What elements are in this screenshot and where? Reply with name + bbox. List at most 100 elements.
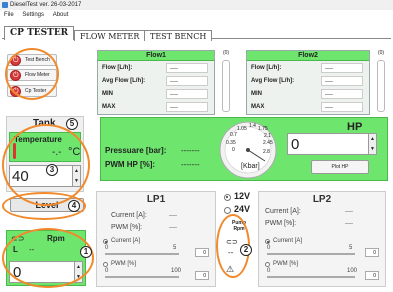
lp1-current-max: 5 xyxy=(173,245,177,251)
lp2-current-label: Current [A]: xyxy=(265,208,301,215)
pressure-value: ------- xyxy=(181,146,200,155)
annotation-badge-4: 4 xyxy=(68,200,80,212)
lp1-mode-pwm-label: PWM [%] xyxy=(111,261,136,267)
flow1-scrollbar[interactable] xyxy=(222,60,230,112)
flow2-title: Flow2 xyxy=(247,51,369,61)
flow2-scrollbar[interactable] xyxy=(377,60,385,112)
tab-flow-meter[interactable]: FLOW METER xyxy=(74,30,146,41)
annotation-badge-3: 3 xyxy=(46,164,58,176)
flow1-scroll-value: (0) xyxy=(222,50,230,56)
lp2-mode-pwm-label: PWM [%] xyxy=(273,261,298,267)
flow2-row-value: ---- xyxy=(321,102,363,112)
lp2-mode-pwm-radio[interactable] xyxy=(265,262,270,267)
flow2-row-label: Flow [L/h]: xyxy=(251,65,282,71)
gauge-tick: 1.05 xyxy=(237,126,247,132)
gauge-tick: 0.35 xyxy=(226,140,236,146)
lp1-pwm-max: 100 xyxy=(171,268,182,274)
flow1-row-value: ---- xyxy=(166,89,208,99)
voltage-24v-radio[interactable] xyxy=(224,207,231,214)
flow2-row-label: MAX xyxy=(251,104,265,110)
flow1-row: MAX ---- xyxy=(102,102,208,112)
lp2-pwm-spinner[interactable]: 0 xyxy=(365,271,379,280)
lp1-mode-current-radio[interactable] xyxy=(103,239,108,244)
flow2-row: MIN ---- xyxy=(251,89,363,99)
annotation-badge-5: 5 xyxy=(66,118,78,130)
lp1-current-value: ---- xyxy=(169,213,177,219)
gauge-tick: 0.7 xyxy=(230,132,237,138)
flow2-scroll-value: (0) xyxy=(377,50,385,56)
flow2-row-label: MIN xyxy=(251,91,262,97)
voltage-24v-label: 24V xyxy=(234,204,251,214)
window-titlebar: DieselTest ver. 26-03-2017 xyxy=(0,0,393,10)
lp2-mode-current-label: Current [A] xyxy=(273,238,303,244)
flow1-title: Flow1 xyxy=(98,51,214,61)
flow2-row-value: ---- xyxy=(321,63,363,73)
annotation-circle xyxy=(5,48,59,100)
flow2-row: MAX ---- xyxy=(251,102,363,112)
lp1-pwm-min: 0 xyxy=(105,268,109,274)
lp1-current-spinner[interactable]: 0 xyxy=(195,248,209,257)
gauge-tick: 1.75 xyxy=(258,126,268,132)
flow1-row: Avg Flow [L/h]: ---- xyxy=(102,76,208,86)
pressure-label: Pressuare [bar]: xyxy=(105,146,167,155)
lp2-current-spinner[interactable]: 0 xyxy=(365,248,379,257)
lp2-current-min: 0 xyxy=(267,245,271,251)
flow1-row-label: MAX xyxy=(102,104,116,110)
flow1-row: Flow [L/h]: ---- xyxy=(102,63,208,73)
window-title: DieselTest ver. 26-03-2017 xyxy=(10,2,82,8)
voltage-12v-label: 12V xyxy=(234,191,251,201)
annotation-badge-1: 1 xyxy=(80,246,92,258)
flow1-row-label: Flow [L/h]: xyxy=(102,65,133,71)
app-icon xyxy=(2,2,8,8)
plot-hp-button[interactable]: Plot HP xyxy=(311,160,369,174)
gauge-tick: 2.45 xyxy=(263,140,273,146)
lp2-panel: LP2 Current [A]: ---- PWM [%]: ---- Curr… xyxy=(258,191,386,287)
lp1-pwm-spinner[interactable]: 0 xyxy=(195,271,209,280)
lp2-pwm-min: 0 xyxy=(267,268,271,274)
tab-test-bench[interactable]: TEST BENCH xyxy=(144,30,213,41)
gauge-unit: [Kbar] xyxy=(241,163,260,170)
lp1-pwm-value: ---- xyxy=(169,225,177,231)
flow2-row-value: ---- xyxy=(321,76,363,86)
lp2-pwm-value: ---- xyxy=(345,221,353,227)
hp-setpoint-value: 0 xyxy=(291,136,300,153)
flow1-row-value: ---- xyxy=(166,76,208,86)
gauge-tick: 0 xyxy=(232,147,235,153)
lp1-pwm-slider[interactable] xyxy=(105,276,179,278)
flow2-panel: Flow2 Flow [L/h]: ---- Avg Flow [L/h]: ---… xyxy=(246,50,370,115)
menu-settings[interactable]: Settings xyxy=(22,12,44,18)
lp1-mode-current-label: Current [A] xyxy=(111,238,141,244)
lp2-current-slider[interactable] xyxy=(267,253,355,255)
lp2-pwm-slider[interactable] xyxy=(267,276,355,278)
flow1-row-label: Avg Flow [L/h]: xyxy=(102,78,146,84)
flow1-row-value: ---- xyxy=(166,63,208,73)
lp1-panel: LP1 Current [A]: ---- PWM [%]: ---- Curr… xyxy=(96,191,216,287)
lp1-current-slider[interactable] xyxy=(105,253,179,255)
annotation-circle xyxy=(2,228,94,288)
flow2-row: Flow [L/h]: ---- xyxy=(251,63,363,73)
menu-bar: File Settings About xyxy=(0,10,393,20)
hp-setpoint-spinner[interactable]: 0 ▲ ▼ xyxy=(287,133,377,155)
flow1-panel: Flow1 Flow [L/h]: ---- Avg Flow [L/h]: ---… xyxy=(97,50,215,115)
lp2-current-value: ---- xyxy=(345,209,353,215)
lp2-mode-current-radio[interactable] xyxy=(265,239,270,244)
flow1-row: MIN ---- xyxy=(102,89,208,99)
lp2-pwm-max: 100 xyxy=(347,268,358,274)
pwm-hp-label: PWM HP [%]: xyxy=(105,160,156,169)
menu-file[interactable]: File xyxy=(4,12,14,18)
flow1-row-label: MIN xyxy=(102,91,113,97)
tab-strip: CP TESTER FLOW METER TEST BENCH xyxy=(2,22,391,41)
flow2-row-label: Avg Flow [L/h]: xyxy=(251,78,295,84)
flow1-scroll[interactable]: (0) xyxy=(220,50,232,112)
voltage-12v-radio[interactable] xyxy=(224,194,231,201)
lp1-mode-pwm-radio[interactable] xyxy=(103,262,108,267)
gauge-tick: 2.1 xyxy=(264,133,271,139)
gauge-tick: 1.4 xyxy=(249,123,256,129)
spinner-arrows[interactable]: ▲ ▼ xyxy=(368,134,376,154)
tab-cp-tester[interactable]: CP TESTER xyxy=(4,26,75,40)
menu-about[interactable]: About xyxy=(53,12,69,18)
lp1-title: LP1 xyxy=(146,194,166,205)
lp1-current-min: 0 xyxy=(105,245,109,251)
hp-title: HP xyxy=(347,121,363,133)
flow2-scroll[interactable]: (0) xyxy=(375,50,387,112)
